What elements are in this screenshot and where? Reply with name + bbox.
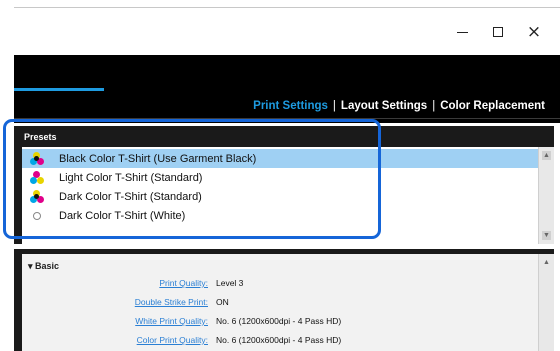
preset-label: Black Color T-Shirt (Use Garment Black) xyxy=(59,152,257,165)
double-strike-print-value: ON xyxy=(216,297,229,307)
settings-nav: Print Settings | Layout Settings | Color… xyxy=(253,100,545,112)
titlebar-divider xyxy=(14,7,560,8)
setting-row: White Print Quality: No. 6 (1200x600dpi … xyxy=(22,316,538,330)
basic-section-toggle[interactable]: ▾ Basic xyxy=(28,261,59,272)
tab-print-settings[interactable]: Print Settings xyxy=(253,100,328,112)
white-print-quality-value: No. 6 (1200x600dpi - 4 Pass HD) xyxy=(216,316,342,326)
maximize-icon xyxy=(493,27,503,37)
close-icon: × xyxy=(526,22,542,42)
header-divider xyxy=(14,118,560,119)
presets-heading: Presets xyxy=(24,132,57,142)
preset-item-light-tshirt-standard[interactable]: Light Color T-Shirt (Standard) xyxy=(22,168,538,187)
scroll-down-icon[interactable]: ▼ xyxy=(542,231,551,240)
tab-layout-settings[interactable]: Layout Settings xyxy=(341,100,427,112)
minimize-button[interactable] xyxy=(452,22,472,42)
setting-row: Double Strike Print: ON xyxy=(22,297,538,311)
double-strike-print-link[interactable]: Double Strike Print: xyxy=(135,297,208,307)
accent-bar xyxy=(14,88,104,91)
preset-label: Dark Color T-Shirt (Standard) xyxy=(59,190,202,203)
setting-row: Print Quality: Level 3 xyxy=(22,278,538,292)
preset-label: Light Color T-Shirt (Standard) xyxy=(59,171,203,184)
preset-item-dark-tshirt-white[interactable]: Dark Color T-Shirt (White) xyxy=(22,206,538,225)
print-quality-value: Level 3 xyxy=(216,278,244,288)
presets-panel: Presets Black Color T-Shirt (Use Garment… xyxy=(14,126,554,244)
basic-scrollbar[interactable]: ▲ xyxy=(538,254,554,351)
scroll-up-icon[interactable]: ▲ xyxy=(542,151,551,160)
empty-circle-icon xyxy=(30,209,44,223)
white-print-quality-link[interactable]: White Print Quality: xyxy=(135,316,208,326)
setting-row: Color Print Quality: No. 6 (1200x600dpi … xyxy=(22,335,538,349)
presets-scrollbar[interactable]: ▲ ▼ xyxy=(538,147,554,244)
basic-panel: ▾ Basic Print Quality: Level 3 Double St… xyxy=(14,249,554,351)
preset-item-dark-tshirt-standard[interactable]: Dark Color T-Shirt (Standard) xyxy=(22,187,538,206)
nav-separator: | xyxy=(332,100,336,112)
tab-color-replacement[interactable]: Color Replacement xyxy=(440,100,545,112)
preset-label: Dark Color T-Shirt (White) xyxy=(59,209,186,222)
app-header: Print Settings | Layout Settings | Color… xyxy=(14,55,560,123)
scroll-up-icon[interactable]: ▲ xyxy=(542,258,551,267)
window-titlebar: × xyxy=(0,0,560,55)
color-print-quality-link[interactable]: Color Print Quality: xyxy=(137,335,208,345)
cmy-dots-icon xyxy=(30,170,44,185)
minimize-icon xyxy=(456,31,468,33)
cmyk-dots-icon xyxy=(30,151,44,166)
maximize-button[interactable] xyxy=(488,22,508,42)
basic-settings: ▾ Basic Print Quality: Level 3 Double St… xyxy=(22,254,538,351)
close-button[interactable]: × xyxy=(524,22,544,42)
preset-item-black-tshirt-garment-black[interactable]: Black Color T-Shirt (Use Garment Black) xyxy=(22,149,538,168)
cmyk-dots-icon xyxy=(30,189,44,204)
color-print-quality-value: No. 6 (1200x600dpi - 4 Pass HD) xyxy=(216,335,342,345)
presets-list: Black Color T-Shirt (Use Garment Black) … xyxy=(22,147,538,244)
print-quality-link[interactable]: Print Quality: xyxy=(159,278,208,288)
nav-separator: | xyxy=(432,100,436,112)
